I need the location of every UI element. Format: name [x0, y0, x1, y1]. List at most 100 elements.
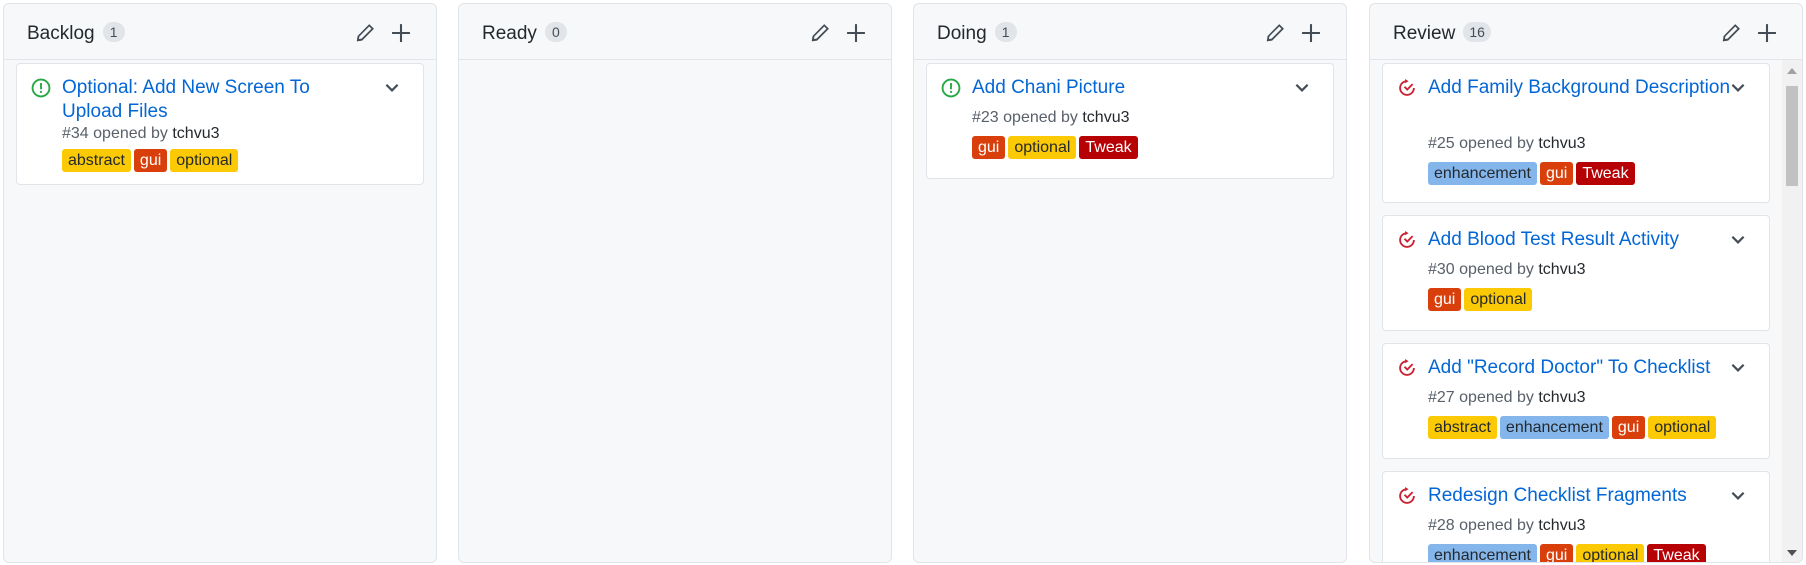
- issue-card[interactable]: Add Chani Picture #23 opened by tchvu3 g…: [926, 63, 1334, 179]
- issue-meta: #27 opened by tchvu3: [1428, 388, 1585, 408]
- issue-opened-icon: [31, 78, 51, 98]
- issue-card[interactable]: Add "Record Doctor" To Checklist #27 ope…: [1382, 343, 1770, 459]
- chevron-down-icon[interactable]: [1729, 486, 1747, 504]
- column-header: Backlog 1: [4, 4, 436, 60]
- label-tweak[interactable]: Tweak: [1576, 162, 1635, 185]
- label-gui[interactable]: gui: [1428, 288, 1462, 311]
- issue-author[interactable]: tchvu3: [1538, 389, 1585, 406]
- column-title: Backlog: [27, 23, 95, 44]
- issue-reopened-icon: [1399, 231, 1415, 248]
- issue-card[interactable]: Redesign Checklist Fragments #28 opened …: [1382, 471, 1770, 562]
- label-tweak[interactable]: Tweak: [1079, 136, 1138, 159]
- plus-icon[interactable]: [845, 22, 867, 44]
- issue-author[interactable]: tchvu3: [1538, 517, 1585, 534]
- issue-title-link[interactable]: Optional: Add New Screen To Upload Files: [62, 76, 367, 124]
- opened-by-text: opened by: [1459, 135, 1534, 152]
- column-header: Ready 0: [459, 4, 891, 60]
- column-card-count: 16: [1463, 22, 1491, 42]
- chevron-down-icon[interactable]: [1293, 78, 1311, 96]
- label-tweak[interactable]: Tweak: [1647, 544, 1706, 562]
- plus-icon[interactable]: [1300, 22, 1322, 44]
- issue-meta: #34 opened by tchvu3: [62, 124, 219, 144]
- chevron-down-icon[interactable]: [1729, 358, 1747, 376]
- column-card-count: 1: [994, 22, 1017, 42]
- label-gui[interactable]: gui: [972, 136, 1006, 159]
- opened-by-text: opened by: [93, 125, 168, 142]
- issue-reopened-icon: [1399, 359, 1415, 376]
- issue-labels: gui optional: [1428, 288, 1535, 312]
- label-optional[interactable]: optional: [1648, 416, 1717, 439]
- issue-author[interactable]: tchvu3: [1538, 261, 1585, 278]
- chevron-down-icon[interactable]: [383, 78, 401, 96]
- issue-number: #30: [1428, 261, 1455, 278]
- label-abstract[interactable]: abstract: [1428, 416, 1497, 439]
- column-title: Ready: [482, 23, 537, 44]
- label-optional[interactable]: optional: [1008, 136, 1077, 159]
- column-scrollbar[interactable]: [1782, 60, 1802, 562]
- issue-number: #25: [1428, 135, 1455, 152]
- issue-card[interactable]: Add Family Background Description #25 op…: [1382, 63, 1770, 203]
- chevron-down-icon[interactable]: [1729, 230, 1747, 248]
- pencil-icon[interactable]: [1264, 22, 1286, 44]
- issue-labels: abstract enhancement gui optional: [1428, 416, 1719, 440]
- pencil-icon[interactable]: [354, 22, 376, 44]
- column-header: Doing 1: [914, 4, 1346, 60]
- plus-icon[interactable]: [390, 22, 412, 44]
- issue-meta: #30 opened by tchvu3: [1428, 260, 1585, 280]
- column-backlog: Backlog 1 Optional: Add New Screen To Upl…: [3, 3, 437, 563]
- label-optional[interactable]: optional: [1576, 544, 1645, 562]
- label-enhancement[interactable]: enhancement: [1499, 416, 1609, 439]
- column-review: Review 16 Add Family Background Descripti…: [1369, 3, 1803, 563]
- scroll-thumb[interactable]: [1786, 86, 1798, 186]
- opened-by-text: opened by: [1459, 261, 1534, 278]
- issue-reopened-icon: [1399, 79, 1415, 96]
- issue-labels: enhancement gui optional Tweak: [1428, 544, 1709, 562]
- issue-title-link[interactable]: Add Family Background Description: [1428, 76, 1733, 100]
- scroll-up-arrow-icon[interactable]: [1787, 68, 1797, 74]
- issue-card[interactable]: Optional: Add New Screen To Upload Files…: [16, 63, 424, 185]
- column-card-count: 0: [544, 22, 567, 42]
- label-optional[interactable]: optional: [1464, 288, 1533, 311]
- issue-title-link[interactable]: Add Blood Test Result Activity: [1428, 228, 1733, 252]
- opened-by-text: opened by: [1003, 109, 1078, 126]
- plus-icon[interactable]: [1756, 22, 1778, 44]
- issue-title-link[interactable]: Add Chani Picture: [972, 76, 1277, 100]
- issue-number: #23: [972, 109, 999, 126]
- issue-number: #28: [1428, 517, 1455, 534]
- issue-labels: enhancement gui Tweak: [1428, 162, 1638, 186]
- issue-author[interactable]: tchvu3: [1538, 135, 1585, 152]
- issue-author[interactable]: tchvu3: [172, 125, 219, 142]
- issue-title-link[interactable]: Redesign Checklist Fragments: [1428, 484, 1733, 508]
- issue-reopened-icon: [1399, 487, 1415, 504]
- pencil-icon[interactable]: [809, 22, 831, 44]
- pencil-icon[interactable]: [1720, 22, 1742, 44]
- column-doing: Doing 1 Add Chani Picture #23 opened by t…: [913, 3, 1347, 563]
- label-gui[interactable]: gui: [133, 149, 168, 172]
- label-enhancement[interactable]: enhancement: [1428, 544, 1537, 562]
- opened-by-text: opened by: [1459, 517, 1534, 534]
- issue-opened-icon: [941, 78, 961, 98]
- column-header: Review 16: [1370, 4, 1802, 60]
- issue-title-link[interactable]: Add "Record Doctor" To Checklist: [1428, 356, 1748, 380]
- issue-meta: #25 opened by tchvu3: [1428, 134, 1585, 154]
- issue-number: #27: [1428, 389, 1455, 406]
- issue-labels: abstract gui optional: [62, 149, 241, 173]
- column-title: Review: [1393, 23, 1456, 44]
- chevron-down-icon[interactable]: [1729, 78, 1747, 96]
- label-enhancement[interactable]: enhancement: [1428, 162, 1537, 185]
- opened-by-text: opened by: [1459, 389, 1534, 406]
- label-gui[interactable]: gui: [1539, 162, 1574, 185]
- column-title: Doing: [937, 23, 987, 44]
- scroll-down-arrow-icon[interactable]: [1787, 550, 1797, 556]
- label-optional[interactable]: optional: [170, 149, 239, 172]
- column-card-count: 1: [102, 22, 125, 42]
- label-abstract[interactable]: abstract: [62, 149, 131, 172]
- issue-meta: #28 opened by tchvu3: [1428, 516, 1585, 536]
- label-gui[interactable]: gui: [1611, 416, 1646, 439]
- column-ready: Ready 0: [458, 3, 892, 563]
- issue-author[interactable]: tchvu3: [1082, 109, 1129, 126]
- issue-card[interactable]: Add Blood Test Result Activity #30 opene…: [1382, 215, 1770, 331]
- issue-number: #34: [62, 125, 89, 142]
- issue-meta: #23 opened by tchvu3: [972, 108, 1129, 128]
- label-gui[interactable]: gui: [1539, 544, 1574, 562]
